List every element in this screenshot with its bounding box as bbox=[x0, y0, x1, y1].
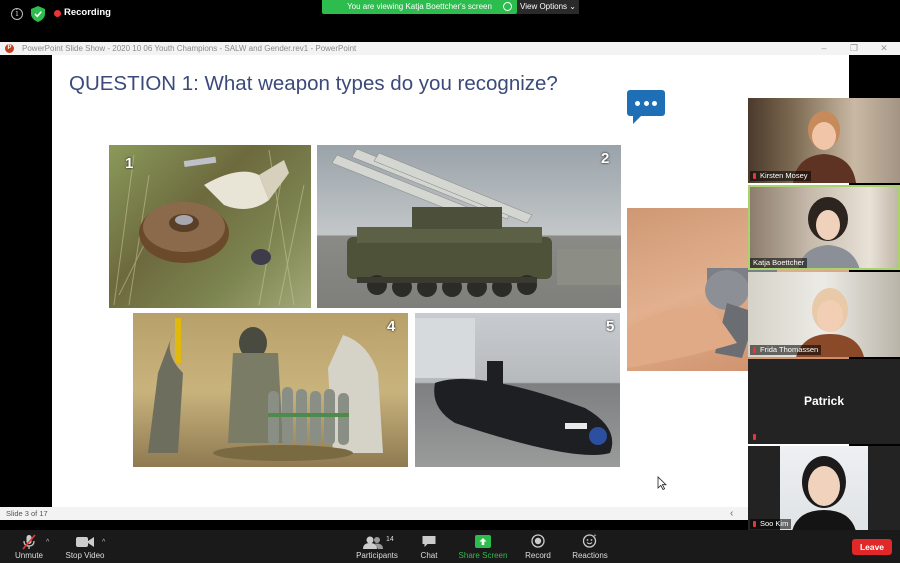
video-tile[interactable]: Frida Thomassen bbox=[748, 272, 900, 357]
mouse-cursor-icon bbox=[657, 476, 667, 490]
viewing-screen-banner: You are viewing Katja Boettcher's screen bbox=[322, 0, 517, 14]
slide-heading: QUESTION 1: What weapon types do you rec… bbox=[69, 72, 558, 95]
close-icon[interactable]: ✕ bbox=[873, 42, 895, 55]
viewing-banner-text: You are viewing Katja Boettcher's screen bbox=[347, 2, 492, 11]
powerpoint-title-bar: P PowerPoint Slide Show - 2020 10 06 You… bbox=[0, 42, 900, 55]
record-button[interactable]: Record bbox=[523, 530, 553, 563]
stop-video-label: Stop Video bbox=[65, 551, 105, 560]
slide[interactable]: QUESTION 1: What weapon types do you rec… bbox=[52, 55, 849, 507]
participant-photo bbox=[780, 446, 868, 531]
speech-bubble-icon bbox=[627, 90, 665, 124]
view-options-button[interactable]: View Options ⌄ bbox=[517, 0, 579, 14]
video-options-chevron-icon[interactable]: ^ bbox=[102, 539, 105, 546]
powerpoint-logo-icon: P bbox=[5, 44, 14, 53]
video-tile[interactable]: Patrick bbox=[748, 359, 900, 444]
window-title: PowerPoint Slide Show - 2020 10 06 Youth… bbox=[22, 44, 357, 53]
video-tile[interactable]: Soo Kim bbox=[748, 446, 900, 531]
audio-options-chevron-icon[interactable]: ^ bbox=[46, 539, 49, 546]
chat-label: Chat bbox=[420, 551, 438, 560]
video-tile[interactable]: Kirsten Mosey bbox=[748, 98, 900, 183]
leave-button[interactable]: Leave bbox=[852, 539, 892, 555]
muted-mic-icon bbox=[753, 521, 756, 527]
participants-icon bbox=[363, 536, 383, 549]
missile-launcher-photo: 2 bbox=[317, 145, 621, 308]
unmute-button[interactable]: Unmute bbox=[10, 530, 48, 563]
recording-label: Recording bbox=[64, 7, 111, 18]
picture-number: 4 bbox=[387, 318, 396, 335]
submarine-photo: 5 bbox=[415, 313, 620, 467]
participant-name-large: Patrick bbox=[803, 394, 845, 408]
participant-name-tag: Kirsten Mosey bbox=[750, 171, 811, 181]
recording-dot-icon bbox=[54, 10, 61, 17]
chat-icon bbox=[422, 536, 436, 547]
view-options-label: View Options bbox=[520, 2, 568, 11]
stop-video-button[interactable]: Stop Video bbox=[63, 530, 107, 563]
shield-icon[interactable] bbox=[31, 6, 45, 22]
landmine-photo: 1 bbox=[109, 145, 311, 308]
svg-text:+: + bbox=[594, 533, 597, 539]
video-camera-icon bbox=[76, 537, 94, 547]
muted-mic-icon bbox=[753, 347, 756, 353]
minimize-icon[interactable]: – bbox=[813, 42, 835, 55]
picture-number: 2 bbox=[601, 150, 610, 167]
muted-mic-icon bbox=[753, 434, 756, 440]
banner-status-icon bbox=[503, 2, 512, 11]
participant-name-tag: Katja Boettcher bbox=[750, 258, 808, 268]
participant-name-tag bbox=[750, 432, 763, 442]
share-screen-button[interactable]: Share Screen bbox=[458, 530, 508, 563]
participants-count: 14 bbox=[386, 536, 394, 543]
reactions-button[interactable]: + Reactions bbox=[570, 530, 610, 563]
missile-launcher-illustration bbox=[331, 148, 621, 297]
chevron-down-icon: ⌄ bbox=[569, 2, 576, 11]
smiley-face-icon: + bbox=[582, 533, 597, 548]
record-label: Record bbox=[525, 551, 551, 560]
zoom-toolbar: Unmute ^ Stop Video ^ 14 Participants Ch… bbox=[0, 530, 900, 563]
slide-counter: Slide 3 of 17 bbox=[6, 509, 48, 518]
participant-name-tag: Soo Kim bbox=[750, 519, 792, 529]
reactions-label: Reactions bbox=[572, 551, 608, 560]
unmute-label: Unmute bbox=[14, 551, 43, 560]
submarine-illustration bbox=[415, 318, 613, 455]
share-screen-icon bbox=[475, 535, 491, 548]
participant-name-tag: Frida Thomassen bbox=[750, 345, 822, 355]
restore-icon[interactable]: ❐ bbox=[843, 42, 865, 55]
chemical-weapons-photo: 4 bbox=[133, 313, 408, 467]
zoom-top-bar: i Recording You are viewing Katja Boettc… bbox=[0, 0, 900, 28]
record-icon bbox=[531, 534, 545, 548]
muted-microphone-icon bbox=[22, 534, 36, 550]
muted-mic-icon bbox=[753, 173, 756, 179]
share-screen-label: Share Screen bbox=[458, 551, 508, 560]
landmine-illustration bbox=[113, 149, 305, 306]
participants-button[interactable]: 14 Participants bbox=[354, 530, 400, 563]
previous-slide-icon[interactable]: ‹ bbox=[730, 507, 733, 520]
info-icon[interactable]: i bbox=[11, 8, 23, 20]
chat-button[interactable]: Chat bbox=[415, 530, 443, 563]
picture-number: 1 bbox=[125, 155, 134, 172]
video-tile-active-speaker[interactable]: Katja Boettcher bbox=[748, 185, 900, 270]
powerpoint-status-bar: Slide 3 of 17 ‹ bbox=[0, 507, 750, 520]
chemical-weapons-illustration bbox=[148, 318, 383, 461]
participants-label: Participants bbox=[356, 551, 398, 560]
picture-number: 5 bbox=[606, 318, 615, 335]
